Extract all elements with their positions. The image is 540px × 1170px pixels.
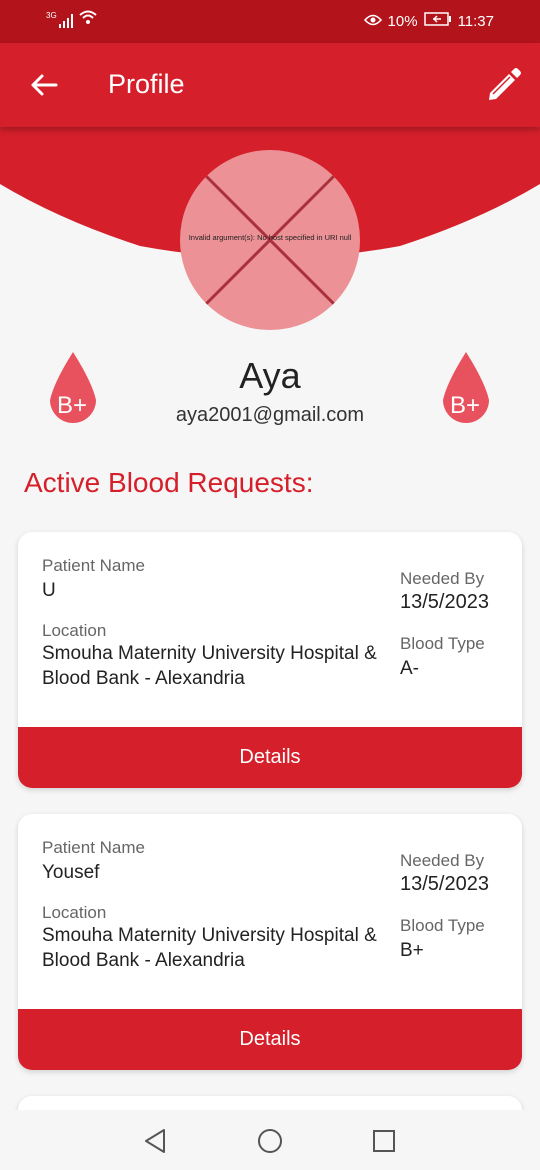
blood-type-value: B+: [400, 940, 424, 961]
back-button[interactable]: [24, 65, 64, 105]
status-left: 3G: [46, 10, 97, 28]
blood-type-label: Blood Type: [400, 916, 485, 935]
arrow-left-icon: [31, 74, 58, 96]
status-time: 11:37: [457, 12, 494, 30]
location-value: Smouha Maternity University Hospital & B…: [42, 643, 377, 689]
pencil-icon: [489, 68, 521, 100]
patient-name-label: Patient Name: [42, 838, 145, 857]
needed-by-label: Needed By: [400, 851, 485, 870]
nav-back-button[interactable]: [140, 1126, 170, 1156]
avatar: Invalid argument(s): No host specified i…: [180, 150, 360, 330]
blood-type-label: Blood Type: [400, 634, 485, 653]
user-email: aya2001@gmail.com: [175, 404, 365, 426]
network-type-label: 3G: [46, 11, 57, 20]
details-button[interactable]: Details: [18, 1009, 522, 1070]
patient-name-value: U: [42, 580, 56, 601]
patient-name-label: Patient Name: [42, 556, 145, 575]
battery-icon: [423, 12, 452, 30]
system-nav-bar: [0, 1110, 540, 1170]
page-title: Profile: [108, 69, 185, 99]
nav-home-button[interactable]: [255, 1126, 285, 1156]
battery-percent: 10%: [387, 12, 418, 30]
location-label: Location: [42, 621, 107, 640]
location-value: Smouha Maternity University Hospital & B…: [42, 925, 377, 971]
user-name: Aya: [239, 355, 301, 396]
nav-recents-button[interactable]: [369, 1126, 399, 1156]
triangle-back-icon: [145, 1129, 165, 1153]
signal-icon: [58, 14, 73, 28]
request-card: Patient Name Yousef Location Smouha Mate…: [18, 814, 522, 1070]
patient-name-value: Yousef: [42, 862, 100, 883]
section-title: Active Blood Requests:: [24, 467, 314, 498]
needed-by-value: 13/5/2023: [400, 591, 489, 613]
avatar-error-text: Invalid argument(s): No host specified i…: [188, 233, 352, 242]
app-bar: Profile: [0, 43, 540, 127]
request-card: Patient Name U Location Smouha Maternity…: [18, 532, 522, 788]
eye-icon: [363, 13, 382, 30]
wifi-icon: [79, 10, 97, 28]
location-label: Location: [42, 903, 107, 922]
details-button[interactable]: Details: [18, 727, 522, 788]
edit-profile-button[interactable]: [482, 63, 526, 107]
square-recents-icon: [373, 1130, 395, 1152]
blood-type-value: A-: [400, 658, 419, 679]
needed-by-value: 13/5/2023: [400, 873, 489, 895]
needed-by-label: Needed By: [400, 569, 485, 588]
status-right: 10% 11:37: [363, 12, 494, 30]
circle-home-icon: [258, 1129, 282, 1153]
status-bar: 3G 10% 11:37: [0, 0, 540, 43]
